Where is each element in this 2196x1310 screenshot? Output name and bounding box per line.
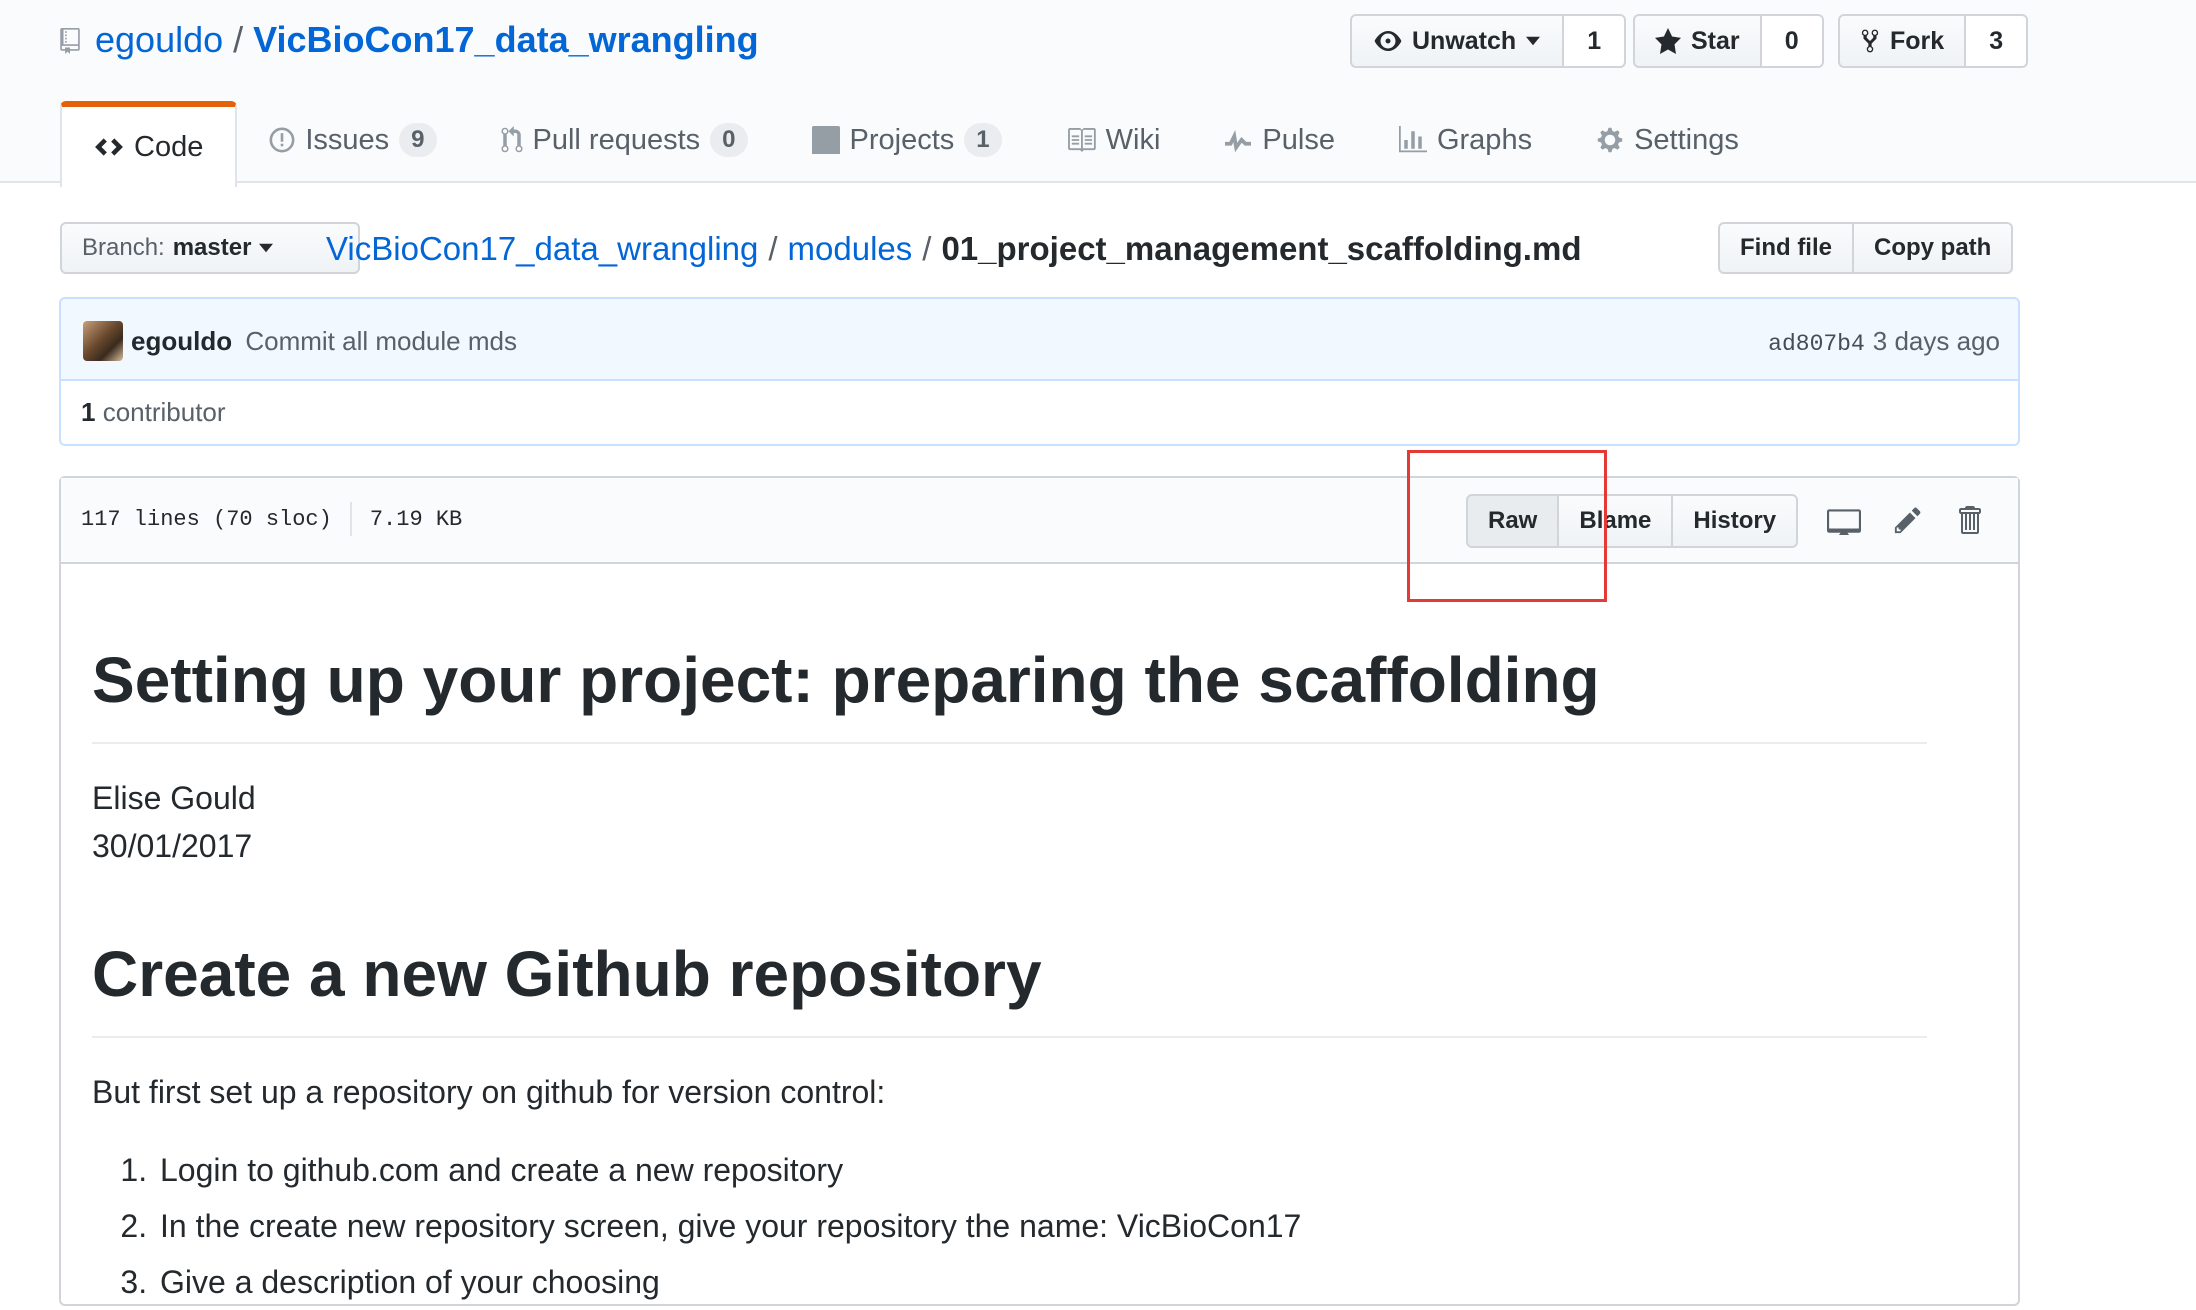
tab-settings[interactable]: Settings — [1564, 101, 1771, 179]
list-item: Give a description of your choosing — [156, 1254, 1927, 1310]
project-icon — [811, 126, 840, 154]
star-label: Star — [1691, 26, 1740, 55]
markdown-body: Setting up your project: preparing the s… — [92, 640, 1927, 1310]
breadcrumb-file-name: 01_project_management_scaffolding.md — [941, 230, 1582, 267]
repo-name-link[interactable]: VicBioCon17_data_wrangling — [253, 19, 758, 60]
tab-settings-label: Settings — [1634, 123, 1739, 156]
commit-meta: ad807b4 3 days ago — [1768, 321, 2000, 364]
contributors-summary[interactable]: 1 contributor — [59, 381, 2020, 446]
tab-pull-requests[interactable]: Pull requests 0 — [469, 101, 780, 179]
unwatch-label: Unwatch — [1412, 26, 1517, 55]
pencil-icon[interactable] — [1893, 505, 1923, 535]
stargazers-count[interactable]: 0 — [1761, 14, 1824, 68]
tab-code[interactable]: Code — [60, 101, 238, 187]
commit-time: 3 days ago — [1872, 326, 2000, 356]
tab-projects-label: Projects — [849, 123, 955, 156]
markdown-intro: But first set up a repository on github … — [92, 1074, 886, 1110]
breadcrumb: VicBioCon17_data_wrangling / modules/01_pr… — [326, 226, 1581, 272]
breadcrumb-repo-link[interactable]: VicBioCon17_data_wrangling — [326, 230, 758, 267]
issues-counter: 9 — [399, 123, 437, 157]
graph-icon — [1398, 126, 1427, 153]
file-lines: 117 lines (70 sloc) — [81, 506, 332, 532]
repo-nav: Code Issues 9 Pull requests 0 Projects 1… — [60, 101, 1771, 187]
repo-title-separator: / — [233, 19, 244, 60]
fork-button[interactable]: Fork — [1838, 14, 1967, 68]
repo-title: egouldo / VicBioCon17_data_wrangling — [95, 16, 759, 64]
tab-issues-label: Issues — [305, 123, 390, 156]
tab-wiki-label: Wiki — [1105, 123, 1161, 156]
markdown-section-heading: Create a new Github repository — [92, 934, 1927, 1038]
tab-pull-requests-label: Pull requests — [532, 123, 701, 156]
file-icon-actions — [1827, 504, 1983, 536]
pull-requests-counter: 0 — [710, 123, 748, 157]
file-size: 7.19 KB — [369, 506, 463, 532]
markdown-date: 30/01/2017 — [92, 828, 253, 864]
breadcrumb-separator: / — [768, 230, 778, 267]
commit-author-link[interactable]: egouldo — [131, 326, 232, 356]
watchers-count[interactable]: 1 — [1564, 14, 1627, 68]
markdown-title: Setting up your project: preparing the s… — [92, 640, 1927, 744]
trash-icon[interactable] — [1955, 504, 1983, 536]
history-button[interactable]: History — [1673, 494, 1799, 548]
fork-group: Fork 3 — [1838, 14, 2029, 68]
repo-header: egouldo / VicBioCon17_data_wrangling Unwat… — [0, 0, 2196, 187]
code-icon — [95, 138, 123, 156]
tab-pulse-label: Pulse — [1262, 123, 1335, 156]
repo-icon — [60, 28, 80, 54]
tab-pulse[interactable]: Pulse — [1192, 101, 1367, 179]
breadcrumb-separator: / — [922, 230, 932, 267]
tab-code-label: Code — [134, 130, 204, 163]
commit-tease: egouldo Commit all module mds ad807b4 3 d… — [59, 297, 2020, 381]
list-item: Login to github.com and create a new rep… — [156, 1142, 1927, 1198]
markdown-steps-list: Login to github.com and create a new rep… — [92, 1142, 1927, 1310]
repo-owner-link[interactable]: egouldo — [95, 19, 223, 60]
find-file-button[interactable]: Find file — [1718, 222, 1854, 274]
branch-name: master — [172, 234, 252, 261]
unwatch-button[interactable]: Unwatch — [1350, 14, 1565, 68]
tab-wiki[interactable]: Wiki — [1034, 101, 1193, 179]
commit-sha-link[interactable]: ad807b4 — [1768, 331, 1865, 357]
avatar[interactable] — [83, 321, 123, 361]
contributors-label: contributor — [102, 397, 226, 427]
watch-group: Unwatch 1 — [1350, 14, 1627, 68]
star-button[interactable]: Star — [1633, 14, 1762, 68]
file-header: 117 lines (70 sloc) 7.19 KB Raw Blame Hi… — [61, 478, 2018, 564]
pulse-icon — [1225, 129, 1252, 153]
forks-count[interactable]: 3 — [1966, 14, 2029, 68]
raw-button[interactable]: Raw — [1466, 494, 1560, 548]
star-group: Star 0 — [1633, 14, 1824, 68]
file-nav-buttons: Find file Copy path — [1718, 222, 2014, 274]
file-info: 117 lines (70 sloc) 7.19 KB — [81, 502, 462, 536]
breadcrumb-folder-link[interactable]: modules — [788, 230, 913, 267]
desktop-icon[interactable] — [1827, 505, 1861, 535]
blame-button[interactable]: Blame — [1559, 494, 1674, 548]
eye-icon — [1374, 31, 1402, 51]
gear-icon — [1597, 127, 1623, 153]
file-info-divider — [349, 502, 352, 536]
projects-counter: 1 — [964, 123, 1002, 157]
list-item: In the create new repository screen, giv… — [156, 1198, 1927, 1254]
markdown-author: Elise Gould — [92, 780, 256, 816]
commit-message-link[interactable]: Commit all module mds — [245, 326, 517, 356]
tab-graphs[interactable]: Graphs — [1367, 101, 1564, 179]
contributors-count: 1 — [81, 397, 96, 427]
copy-path-button[interactable]: Copy path — [1854, 222, 2014, 274]
commit-message: egouldo Commit all module mds — [131, 321, 517, 361]
fork-icon — [1861, 29, 1879, 53]
fork-label: Fork — [1890, 26, 1945, 55]
caret-down-icon — [1526, 36, 1541, 46]
tab-graphs-label: Graphs — [1436, 123, 1533, 156]
caret-down-icon — [259, 243, 274, 253]
tab-issues[interactable]: Issues 9 — [237, 101, 468, 179]
star-icon — [1655, 28, 1681, 54]
issue-icon — [269, 127, 295, 153]
tab-projects[interactable]: Projects 1 — [780, 101, 1034, 179]
file-actions: Raw Blame History — [1466, 494, 1799, 548]
pull-request-icon — [501, 126, 523, 153]
book-icon — [1067, 128, 1096, 152]
branch-prefix: Branch: — [82, 234, 165, 261]
branch-select-button[interactable]: Branch: master — [60, 222, 360, 274]
